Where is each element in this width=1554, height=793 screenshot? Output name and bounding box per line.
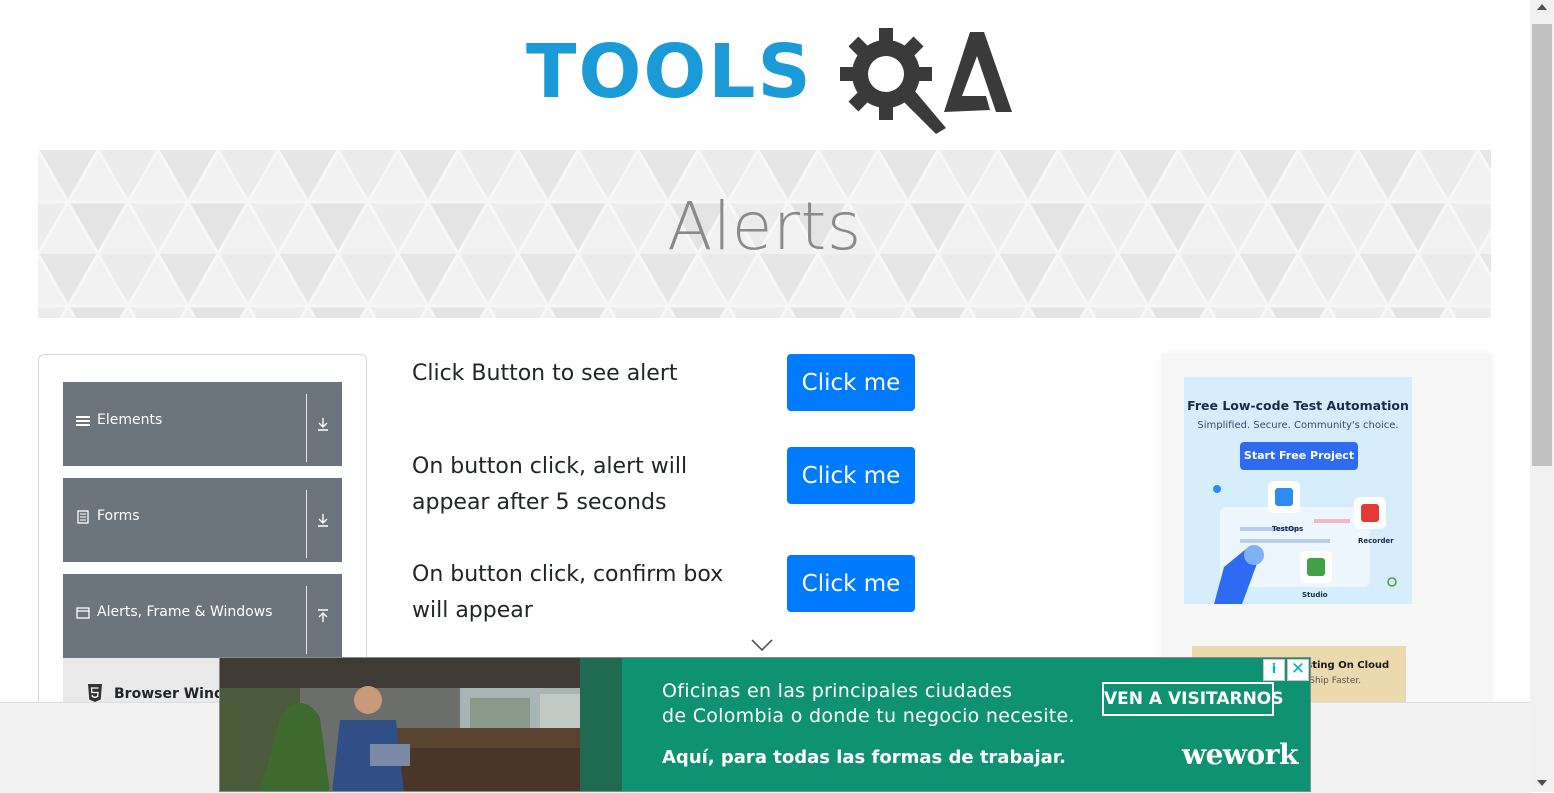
- ad-card-katalon[interactable]: Free Low-code Test Automation Simplified…: [1184, 377, 1412, 604]
- ad-label-studio: Studio: [1302, 591, 1328, 599]
- timer-alert-button[interactable]: Click me: [787, 447, 915, 504]
- ad-label-testops: TestOps: [1272, 525, 1304, 533]
- logo-a-letter: [944, 32, 1012, 112]
- sidebar-group-forms[interactable]: Forms: [63, 478, 342, 562]
- divider: [306, 586, 307, 654]
- toolsqa-logo[interactable]: TOOLS: [526, 24, 1012, 136]
- page-title: Alerts: [667, 188, 862, 265]
- ad-close-icon[interactable]: ✕: [1287, 659, 1309, 681]
- sidebar-group-label: Elements: [97, 412, 163, 428]
- divider: [306, 490, 307, 558]
- ad-text-line2: de Colombia o donde tu negocio necesite.: [662, 705, 1075, 727]
- alert-row-text: Click Button to see alert: [412, 361, 678, 386]
- ad-subtitle: Simplified. Secure. Community's choice.: [1197, 420, 1399, 431]
- scroll-down-arrow-icon[interactable]: [1536, 779, 1548, 787]
- form-icon: [77, 510, 89, 524]
- page-scrollbar[interactable]: [1530, 0, 1554, 792]
- confirm-row-text: On button click, confirm box will appear: [412, 562, 724, 623]
- ad-label-recorder: Recorder: [1358, 537, 1394, 545]
- hamburger-icon: [76, 416, 90, 426]
- ad-text-line3: Aquí, para todas las formas de trabajar.: [662, 747, 1066, 768]
- page-banner: Alerts: [38, 150, 1491, 318]
- ad-info-icon[interactable]: i: [1263, 659, 1285, 681]
- bottom-advertisement[interactable]: Oficinas en las principales ciudades de …: [219, 657, 1311, 792]
- sidebar-group-label: Forms: [97, 508, 140, 524]
- logo-text: TOOLS: [526, 29, 813, 115]
- ad-title: Free Low-code Test Automation: [1187, 398, 1409, 413]
- ad-visit-button[interactable]: VEN A VISITARNOS: [1102, 682, 1284, 716]
- confirm-button[interactable]: Click me: [787, 555, 915, 612]
- window-icon: [76, 607, 90, 619]
- chevron-down-icon[interactable]: [750, 637, 774, 653]
- expand-down-icon[interactable]: [316, 512, 330, 528]
- expand-down-icon[interactable]: [316, 416, 330, 432]
- sidebar-group-label: Alerts, Frame & Windows: [97, 604, 273, 620]
- sidebar-group-elements[interactable]: Elements: [63, 382, 342, 466]
- scroll-up-arrow-icon[interactable]: [1536, 3, 1548, 11]
- collapse-up-icon[interactable]: [316, 608, 330, 624]
- scrollbar-thumb[interactable]: [1532, 24, 1552, 466]
- sidebar-group-alerts-frame-windows[interactable]: Alerts, Frame & Windows: [63, 574, 342, 658]
- gear-magnifier-icon: [840, 28, 946, 134]
- divider: [306, 394, 307, 462]
- alert-button[interactable]: Click me: [787, 354, 915, 411]
- timer-alert-row-text: On button click, alert will appear after…: [412, 454, 688, 515]
- ad-cta-button[interactable]: Start Free Project: [1240, 442, 1358, 470]
- wework-logo: wework: [1182, 738, 1298, 771]
- ad-text-line1: Oficinas en las principales ciudades: [662, 680, 1013, 702]
- html5-icon: [88, 684, 102, 702]
- ad-photo: [220, 658, 622, 791]
